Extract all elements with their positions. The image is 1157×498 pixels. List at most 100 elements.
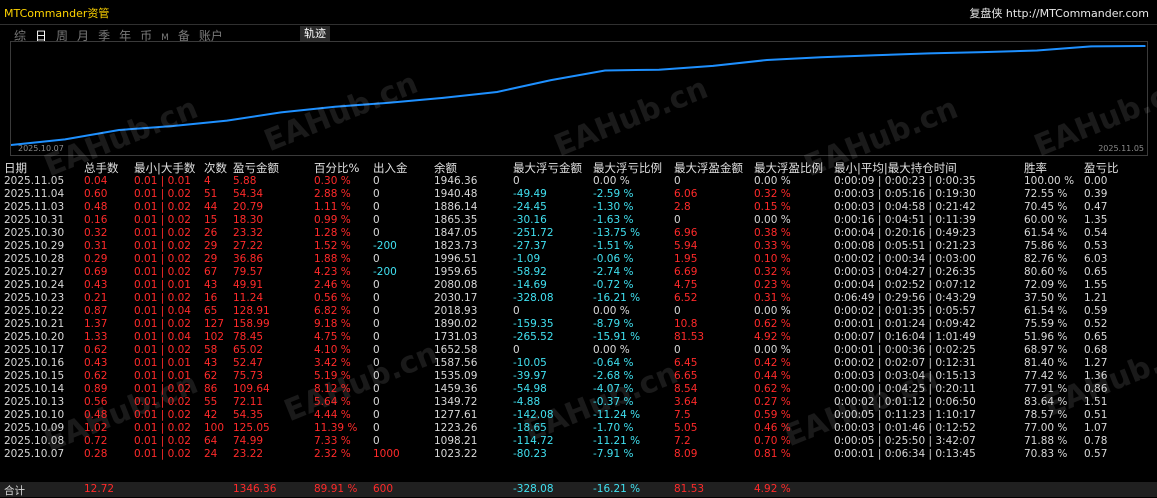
- cell-mfl_pct: -0.64 %: [593, 357, 634, 369]
- cell-mfl: -58.92: [513, 266, 547, 278]
- cell-win: 72.55 %: [1024, 188, 1068, 200]
- cell-minmax: 0.01 | 0.02: [134, 214, 191, 226]
- header-max-float-loss-pct: 最大浮亏比例: [593, 161, 662, 175]
- total-lots: 12.72: [84, 483, 115, 495]
- cell-mfp_pct: 0.42 %: [754, 357, 791, 369]
- table-row: 2025.10.07 0.28 0.01 | 0.02 24 23.22 2.32 % 10…: [0, 448, 1157, 461]
- equity-point: [1144, 45, 1146, 47]
- cell-mfp_pct: 0.00 %: [754, 344, 791, 356]
- equity-point: [496, 91, 498, 93]
- cell-mfl_pct: -1.63 %: [593, 214, 634, 226]
- cell-hold: 0:00:02 | 0:02:07 | 0:12:31: [834, 357, 976, 369]
- cell-count: 58: [204, 344, 218, 356]
- cell-mfl_pct: -2.59 %: [593, 188, 634, 200]
- cell-mfp: 5.94: [674, 240, 698, 252]
- table-row: 2025.10.24 0.43 0.01 | 0.01 43 49.91 2.46 % 0 2…: [0, 279, 1157, 292]
- cell-inout: 0: [373, 253, 380, 265]
- equity-point: [226, 119, 228, 122]
- equity-point: [712, 65, 714, 67]
- cell-win: 77.91 %: [1024, 383, 1068, 395]
- cell-date: 2025.10.15: [4, 370, 65, 382]
- cell-mfl: -1.09: [513, 253, 541, 265]
- cell-mfp_pct: 0.70 %: [754, 435, 791, 447]
- cell-pl: 158.99: [233, 318, 270, 330]
- cell-date: 2025.10.23: [4, 292, 65, 304]
- cell-pl: 18.30: [233, 214, 264, 226]
- cell-balance: 1223.26: [434, 422, 478, 434]
- cell-lots: 0.16: [84, 214, 108, 226]
- cell-win: 100.00 %: [1024, 175, 1075, 187]
- cell-mfl: -49.49: [513, 188, 547, 200]
- daily-stats-table: 2025.11.05 0.04 0.01 | 0.01 4 5.88 0.30 % 0 194…: [0, 175, 1157, 461]
- total-inout: 600: [373, 483, 394, 495]
- cell-mfl_pct: -2.68 %: [593, 370, 634, 382]
- cell-inout: 0: [373, 344, 380, 356]
- cell-mfl: -54.98: [513, 383, 547, 395]
- cell-pl: 54.34: [233, 188, 264, 200]
- app-title: MTCommander资管: [4, 7, 110, 20]
- cell-ratio: 1.27: [1084, 357, 1108, 369]
- cell-hold: 0:00:03 | 0:05:16 | 0:19:30: [834, 188, 976, 200]
- equity-point: [874, 54, 876, 56]
- cell-date: 2025.11.03: [4, 201, 65, 213]
- cell-count: 65: [204, 305, 218, 317]
- cell-pct: 1.88 %: [314, 253, 351, 265]
- cell-balance: 1535.09: [434, 370, 478, 382]
- cell-mfl_pct: -1.51 %: [593, 240, 634, 252]
- cell-balance: 1652.58: [434, 344, 478, 356]
- cell-mfp: 6.45: [674, 357, 698, 369]
- cell-balance: 1277.61: [434, 409, 478, 421]
- cell-pct: 0.56 %: [314, 292, 351, 304]
- cell-win: 71.88 %: [1024, 435, 1068, 447]
- cell-inout: 0: [373, 357, 380, 369]
- cell-win: 61.54 %: [1024, 305, 1068, 317]
- cell-inout: 1000: [373, 448, 400, 460]
- cell-pct: 0.30 %: [314, 175, 351, 187]
- cell-win: 70.45 %: [1024, 201, 1068, 213]
- cell-mfl_pct: 0.00 %: [593, 175, 630, 187]
- cell-win: 83.64 %: [1024, 396, 1068, 408]
- cell-hold: 0:00:02 | 0:01:12 | 0:06:50: [834, 396, 976, 408]
- cell-date: 2025.10.07: [4, 448, 65, 460]
- cell-ratio: 1.21: [1084, 292, 1108, 304]
- cell-count: 42: [204, 409, 218, 421]
- cell-pl: 36.86: [233, 253, 264, 265]
- cell-inout: 0: [373, 201, 380, 213]
- table-row: 2025.11.03 0.48 0.01 | 0.02 44 20.79 1.11 % 0 1…: [0, 201, 1157, 214]
- cell-win: 51.96 %: [1024, 331, 1068, 343]
- cell-mfl: -14.69: [513, 279, 547, 291]
- cell-lots: 0.56: [84, 396, 108, 408]
- cell-lots: 0.89: [84, 383, 108, 395]
- cell-mfl: 0: [513, 175, 520, 187]
- cell-hold: 0:00:16 | 0:04:51 | 0:11:39: [834, 214, 976, 226]
- cell-ratio: 1.55: [1084, 279, 1108, 291]
- cell-mfl_pct: -1.70 %: [593, 422, 634, 434]
- table-row: 2025.10.10 0.48 0.01 | 0.02 42 54.35 4.44 % 0 1…: [0, 409, 1157, 422]
- cell-minmax: 0.01 | 0.02: [134, 435, 191, 447]
- cell-ratio: 0.57: [1084, 448, 1108, 460]
- cell-hold: 0:00:02 | 0:01:35 | 0:05:57: [834, 305, 976, 317]
- cell-win: 68.97 %: [1024, 344, 1068, 356]
- table-row: 2025.10.17 0.62 0.01 | 0.02 58 65.02 4.10 % 0 1…: [0, 344, 1157, 357]
- track-button[interactable]: 轨迹: [300, 26, 330, 41]
- equity-point: [442, 97, 444, 99]
- cell-pl: 27.22: [233, 240, 264, 252]
- cell-mfl: -39.97: [513, 370, 547, 382]
- total-pct: 89.91 %: [314, 483, 358, 495]
- cell-minmax: 0.01 | 0.02: [134, 409, 191, 421]
- equity-chart-svg: [11, 45, 1146, 146]
- header-pct: 百分比%: [314, 161, 360, 175]
- cell-mfl_pct: -1.30 %: [593, 201, 634, 213]
- table-row: 2025.10.30 0.32 0.01 | 0.02 26 23.32 1.28 % 0 1…: [0, 227, 1157, 240]
- table-row: 2025.10.31 0.16 0.01 | 0.02 15 18.30 0.99 % 0 1…: [0, 214, 1157, 227]
- cell-mfl: -4.88: [513, 396, 541, 408]
- cell-balance: 1886.14: [434, 201, 478, 213]
- cell-lots: 0.60: [84, 188, 108, 200]
- cell-minmax: 0.01 | 0.02: [134, 318, 191, 330]
- brand-link[interactable]: 复盘侠 http://MTCommander.com: [969, 5, 1149, 21]
- header-max-float-profit: 最大浮盈金额: [674, 161, 743, 175]
- cell-mfp_pct: 0.00 %: [754, 175, 791, 187]
- header-max-float-loss: 最大浮亏金额: [513, 161, 582, 175]
- cell-win: 60.00 %: [1024, 214, 1068, 226]
- cell-lots: 0.87: [84, 305, 108, 317]
